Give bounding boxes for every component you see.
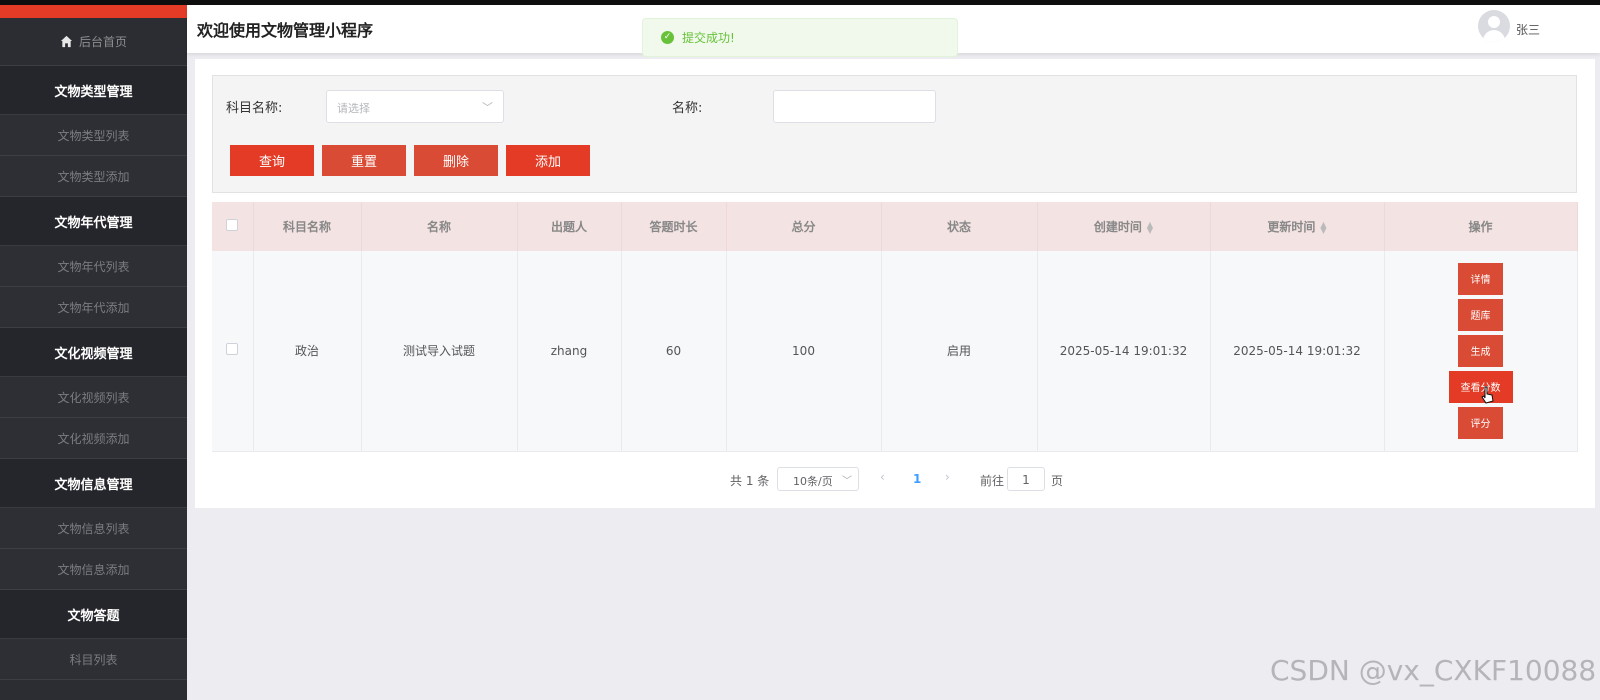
column-header: 答题时长 <box>621 202 727 251</box>
cell-created: 2025-05-14 19:01:32 <box>1037 251 1211 452</box>
sidebar-item-subject-list[interactable]: 科目列表 <box>0 639 187 680</box>
page-size-value: 10条/页 <box>793 475 833 488</box>
column-header: 名称 <box>361 202 518 251</box>
toast-message: 提交成功! <box>682 31 735 45</box>
home-icon <box>60 35 73 48</box>
sidebar-item-label: 后台首页 <box>78 35 127 49</box>
sidebar-group-quiz[interactable]: 文物答题 <box>0 590 187 639</box>
column-header-updated[interactable]: 更新时间 ▲ ▼ <box>1210 202 1385 251</box>
sidebar-item-video-list[interactable]: 文化视频列表 <box>0 377 187 418</box>
page-unit-label: 页 <box>1051 474 1064 488</box>
subject-select-placeholder: 请选择 <box>337 102 370 115</box>
sidebar-item-era-add[interactable]: 文物年代添加 <box>0 287 187 328</box>
action-buttons: 详情 题库 生成 查看分数 评分 <box>1385 262 1577 439</box>
question-bank-button[interactable]: 题库 <box>1458 298 1503 331</box>
avatar-body-shape <box>1483 30 1505 42</box>
subject-table: 科目名称 名称 出题人 答题时长 总分 状态 创建时间 ▲ ▼ 更新时间 ▲ ▼ 操作 … <box>212 202 1578 452</box>
select-all-cell <box>212 202 254 251</box>
row-select-cell <box>212 251 254 452</box>
generate-button[interactable]: 生成 <box>1458 334 1503 367</box>
cell-name: 测试导入试题 <box>361 251 518 452</box>
username[interactable]: 张三 <box>1516 21 1540 38</box>
column-header: 状态 <box>881 202 1038 251</box>
column-header-label: 更新时间 <box>1267 220 1316 234</box>
sort-icon[interactable]: ▲ ▼ <box>1320 220 1326 234</box>
sidebar-item-type-add[interactable]: 文物类型添加 <box>0 156 187 197</box>
name-label: 名称: <box>672 101 703 116</box>
check-circle-icon: ✓ <box>661 31 674 44</box>
table-row: 政治 测试导入试题 zhang 60 100 启用 2025-05-14 19:… <box>212 251 1578 452</box>
success-toast: ✓ 提交成功! <box>642 18 958 57</box>
grade-button[interactable]: 评分 <box>1458 406 1503 439</box>
sidebar-accent-bar <box>0 5 187 18</box>
avatar[interactable] <box>1478 10 1510 42</box>
cell-total: 100 <box>726 251 882 452</box>
sidebar-item-era-list[interactable]: 文物年代列表 <box>0 246 187 287</box>
chevron-down-icon: ﹀ <box>482 101 493 114</box>
cell-subject: 政治 <box>253 251 362 452</box>
sidebar-item-video-add[interactable]: 文化视频添加 <box>0 418 187 459</box>
column-header: 科目名称 <box>253 202 362 251</box>
next-page-icon[interactable]: › <box>945 470 950 484</box>
select-all-checkbox[interactable] <box>226 219 239 231</box>
cell-duration: 60 <box>621 251 727 452</box>
column-header: 出题人 <box>517 202 622 251</box>
add-button[interactable]: 添加 <box>506 145 590 176</box>
sidebar-item-info-add[interactable]: 文物信息添加 <box>0 549 187 590</box>
subject-label: 科目名称: <box>226 101 283 116</box>
sidebar-group-video[interactable]: 文化视频管理 <box>0 328 187 377</box>
sidebar-item-info-list[interactable]: 文物信息列表 <box>0 508 187 549</box>
filter-panel: 科目名称: 请选择 ﹀ 名称: 查询 重置 删除 添加 <box>212 75 1577 193</box>
page-size-select[interactable]: 10条/页 ﹀ <box>777 467 859 491</box>
sort-icon[interactable]: ▲ ▼ <box>1147 220 1153 234</box>
delete-button[interactable]: 删除 <box>414 145 498 176</box>
pagination: 共 1 条 10条/页 ﹀ ‹ 1 › 前往 1 页 <box>0 467 1600 491</box>
subject-select[interactable]: 请选择 ﹀ <box>326 90 504 123</box>
sidebar: 后台首页 文物类型管理 文物类型列表 文物类型添加 文物年代管理 文物年代列表 … <box>0 5 187 700</box>
cell-updated: 2025-05-14 19:01:32 <box>1210 251 1385 452</box>
cell-author: zhang <box>517 251 622 452</box>
watermark: CSDN @vx_CXKF10088 <box>1270 654 1597 687</box>
page-number-current[interactable]: 1 <box>913 472 921 486</box>
column-header: 操作 <box>1384 202 1578 251</box>
chevron-down-icon: ﹀ <box>842 476 852 487</box>
name-input[interactable] <box>773 90 936 123</box>
sidebar-item-home[interactable]: 后台首页 <box>0 18 187 66</box>
reset-button[interactable]: 重置 <box>322 145 406 176</box>
cell-status: 启用 <box>881 251 1038 452</box>
table-header-row: 科目名称 名称 出题人 答题时长 总分 状态 创建时间 ▲ ▼ 更新时间 ▲ ▼ 操作 <box>212 202 1578 251</box>
page-title: 欢迎使用文物管理小程序 <box>197 21 374 40</box>
sidebar-group-type[interactable]: 文物类型管理 <box>0 66 187 115</box>
sidebar-item-type-list[interactable]: 文物类型列表 <box>0 115 187 156</box>
pointer-cursor-icon <box>1481 386 1494 404</box>
goto-label: 前往 <box>980 474 1005 488</box>
pagination-total: 共 1 条 <box>730 474 770 488</box>
query-button[interactable]: 查询 <box>230 145 314 176</box>
column-header-label: 创建时间 <box>1093 220 1142 234</box>
avatar-head-shape <box>1488 16 1500 28</box>
prev-page-icon[interactable]: ‹ <box>880 470 885 484</box>
column-header-created[interactable]: 创建时间 ▲ ▼ <box>1037 202 1211 251</box>
detail-button[interactable]: 详情 <box>1458 262 1503 295</box>
row-checkbox[interactable] <box>226 343 239 356</box>
cell-actions: 详情 题库 生成 查看分数 评分 <box>1384 251 1578 452</box>
goto-page-input[interactable]: 1 <box>1007 467 1045 491</box>
sidebar-group-era[interactable]: 文物年代管理 <box>0 197 187 246</box>
column-header: 总分 <box>726 202 882 251</box>
